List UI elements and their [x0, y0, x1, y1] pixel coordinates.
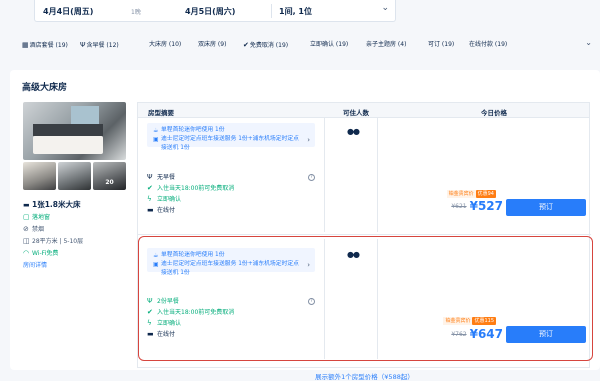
smoking-info: ⊘ 禁烟 [23, 225, 45, 233]
cup-icon: ☕ [153, 127, 159, 134]
occupancy-icon: ●● [347, 127, 360, 136]
no-smoking-icon: ⊘ [23, 225, 29, 233]
check-circle-icon: ✔ [243, 41, 249, 49]
check-circle-icon: ✔ [147, 184, 153, 192]
filter-free-cancel[interactable]: ✔免费取消 (19) [243, 38, 288, 52]
chevron-right-icon: › [307, 136, 310, 144]
checkin-date[interactable]: 4月4日(周五) [43, 6, 93, 17]
filter-twin-bed[interactable]: 双床房 (9) [198, 38, 226, 52]
confirm-info: ϟ 立即确认 [147, 195, 182, 203]
price: ¥621 ¥527 [451, 199, 503, 213]
checkout-date[interactable]: 4月5日(周六) [185, 6, 235, 17]
package-box[interactable]: ☕ 单程首轮迷你吧使用 1份 ▣ 迪士尼定时定点班车接送服务 1份+浦东机场定时定点… [147, 123, 315, 151]
price-badges: 铂金贵宾价 优惠94 [446, 189, 496, 198]
card-icon: ▬ [147, 206, 154, 214]
current-price: ¥527 [469, 199, 503, 213]
window-info: ▢ 落地窗 [23, 213, 51, 221]
breakfast-icon: Ψ [80, 41, 86, 49]
room-info: ▬ 1张1.8米大床 ▢ 落地窗 ⊘ 禁烟 ◫ 28平方米 | 5-10层 ◠ Wi-Fi… [23, 198, 133, 272]
show-more-link[interactable]: 展示额外1个房型价格（¥588起） [138, 371, 591, 381]
date-selector-bar[interactable]: 4月4日(周五) 1晚 4月5日(周六) 1间, 1位 ⌄ [34, 0, 396, 22]
window-icon: ▢ [23, 213, 30, 221]
payment-info: ▬ 在线付 [147, 206, 176, 214]
room-card: 高级大床房 20 ▬ 1张1.8米大床 ▢ 落地窗 ⊘ 禁烟 ◫ 28平方米 | 5-1… [10, 70, 600, 381]
room-thumbnail[interactable] [58, 162, 91, 190]
filter-instant-confirm[interactable]: 立即确认 (19) [310, 38, 348, 52]
room-details-link[interactable]: 房间详情 [23, 260, 133, 272]
room-title: 高级大床房 [22, 83, 68, 93]
room-photo[interactable] [23, 102, 126, 160]
filter-king-bed[interactable]: 大床房 (10) [149, 38, 181, 52]
divider [271, 4, 272, 18]
package-icon: ▦ [22, 41, 29, 49]
cancel-info: ✔ 入住当天18:00前可免费取消 [147, 184, 235, 192]
rate-table: 房型摘要 可住人数 今日价格 ☕ 单程首轮迷你吧使用 1份 ▣ 迪士尼定时定点班车接… [137, 102, 593, 381]
area-icon: ◫ [23, 237, 30, 245]
chevron-down-icon[interactable]: ⌄ [381, 3, 389, 13]
filter-package[interactable]: ▦酒店套餐 (19) [22, 38, 68, 52]
nights-count: 1晚 [131, 9, 141, 16]
room-thumbnail-more[interactable]: 20 [93, 162, 126, 190]
filter-available[interactable]: 可订 (19) [428, 38, 454, 52]
wifi-icon: ◠ [23, 249, 30, 257]
filter-bar: ▦酒店套餐 (19) Ψ含早餐 (12) 大床房 (10) 双床房 (9) ✔免… [22, 38, 592, 52]
book-button[interactable]: 预订 [506, 199, 586, 216]
table-row: ☕ 单程首轮迷你吧使用 1份 ▣ 迪士尼定时定点班车接送服务 1份+浦东机场定时定点… [138, 119, 591, 235]
table-header: 房型摘要 可住人数 今日价格 [138, 103, 589, 118]
rooms-guests[interactable]: 1间, 1位 [279, 6, 312, 17]
fork-knife-icon: Ψ [147, 173, 153, 181]
header-occupancy: 可住人数 [343, 109, 369, 117]
highlight-box [138, 236, 593, 361]
help-icon[interactable]: ? [308, 174, 315, 181]
bed-info: ▬ 1张1.8米大床 [23, 198, 133, 211]
photo-count: 20 [105, 179, 114, 186]
meal-info: Ψ 无早餐? [147, 172, 327, 183]
lightning-icon: ϟ [147, 195, 152, 203]
chevron-down-icon[interactable]: ⌄ [585, 38, 592, 47]
filter-breakfast[interactable]: Ψ含早餐 (12) [80, 38, 119, 52]
filter-online-pay[interactable]: 在线付款 (19) [469, 38, 507, 52]
bus-icon: ▣ [153, 136, 159, 143]
filter-family-room[interactable]: 亲子主题房 (4) [366, 38, 406, 52]
area-info: ◫ 28平方米 | 5-10层 [23, 237, 84, 245]
member-tag: 铂金贵宾价 [446, 190, 476, 198]
room-thumbnail[interactable] [23, 162, 56, 190]
header-price: 今日价格 [481, 109, 507, 117]
package-item: ▣ 迪士尼定时定点班车接送服务 1份+浦东机场定时定点接送机 1份 [153, 136, 299, 151]
header-summary: 房型摘要 [148, 109, 174, 117]
rate-features: Ψ 无早餐? ✔ 入住当天18:00前可免费取消 ϟ 立即确认 ▬ 在线付 [147, 172, 327, 216]
original-price: ¥621 [451, 202, 467, 210]
wifi-info: ◠ Wi-Fi免费 [23, 249, 59, 257]
discount-tag: 优惠94 [475, 190, 496, 198]
package-item: ☕ 单程首轮迷你吧使用 1份 [153, 127, 225, 134]
